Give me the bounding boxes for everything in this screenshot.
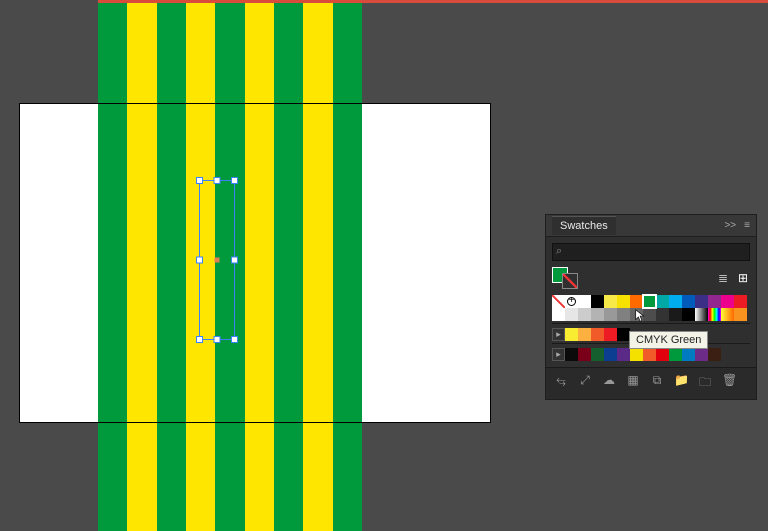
color-swatch[interactable] <box>721 295 734 308</box>
resize-handle-mr[interactable] <box>231 257 238 264</box>
color-swatch[interactable] <box>656 295 669 308</box>
swatch-grad-rainbow[interactable] <box>708 308 721 321</box>
resize-handle-bm[interactable] <box>214 336 221 343</box>
color-swatch[interactable] <box>695 295 708 308</box>
color-swatch[interactable] <box>604 348 617 361</box>
swatches-panel: Swatches >> ≡ ⌕ ≣ ⊞ ▸ ▸ ⥃ ⤢ ☁ ▦ ⧉ 📁 🗀 🗑 CMYK Gre… <box>545 214 757 400</box>
color-swatch[interactable] <box>617 348 630 361</box>
resize-handle-tl[interactable] <box>196 177 203 184</box>
swatch-grad-sun[interactable] <box>721 308 734 321</box>
selection-center-icon <box>215 258 220 263</box>
color-swatch[interactable] <box>617 295 630 308</box>
color-swatch[interactable] <box>578 348 591 361</box>
color-swatch[interactable] <box>669 295 682 308</box>
swatch-tooltip: CMYK Green <box>629 331 708 349</box>
search-icon: ⌕ <box>556 245 562 258</box>
panel-footer: ⥃ ⤢ ☁ ▦ ⧉ 📁 🗀 🗑 <box>546 367 756 399</box>
new-color-group-icon[interactable]: ▦ <box>626 373 640 394</box>
swatch-search-input[interactable] <box>552 243 750 261</box>
color-swatch[interactable] <box>695 348 708 361</box>
color-swatch[interactable] <box>591 295 604 308</box>
color-swatch[interactable] <box>578 295 591 308</box>
color-swatch[interactable] <box>682 308 695 321</box>
swatch-group-folder-icon[interactable]: ▸ <box>552 328 565 341</box>
resize-handle-tm[interactable] <box>214 177 221 184</box>
panel-header[interactable]: Swatches >> ≡ <box>546 215 756 237</box>
grid-view-icon[interactable]: ⊞ <box>736 271 750 285</box>
color-swatch[interactable] <box>682 348 695 361</box>
color-swatch[interactable] <box>604 295 617 308</box>
color-swatch[interactable] <box>591 308 604 321</box>
color-swatch[interactable] <box>604 328 617 341</box>
color-swatch[interactable] <box>708 348 721 361</box>
swatch-none[interactable] <box>552 295 565 308</box>
current-stroke-swatch[interactable] <box>562 273 578 289</box>
resize-handle-tr[interactable] <box>231 177 238 184</box>
color-swatch[interactable] <box>643 308 656 321</box>
color-swatch[interactable] <box>656 308 669 321</box>
color-swatch[interactable] <box>565 308 578 321</box>
selection-bounding-box[interactable] <box>199 180 235 340</box>
fill-stroke-indicator[interactable] <box>552 267 578 289</box>
panel-tab-swatches[interactable]: Swatches <box>552 216 616 235</box>
color-swatch[interactable] <box>565 328 578 341</box>
color-swatch[interactable] <box>604 308 617 321</box>
swatch-options-icon[interactable]: ☁ <box>602 373 616 394</box>
color-swatch[interactable] <box>578 308 591 321</box>
edit-swatch-icon[interactable]: 🗀 <box>698 373 712 394</box>
color-swatch[interactable] <box>669 348 682 361</box>
color-swatch[interactable] <box>643 348 656 361</box>
swatch-grad-bw[interactable] <box>695 308 708 321</box>
color-swatch[interactable] <box>630 308 643 321</box>
resize-handle-bl[interactable] <box>196 336 203 343</box>
resize-handle-ml[interactable] <box>196 257 203 264</box>
color-swatch[interactable] <box>734 308 747 321</box>
color-swatch[interactable] <box>565 348 578 361</box>
delete-swatch-icon[interactable]: 🗑 <box>722 373 736 394</box>
list-view-icon[interactable]: ≣ <box>716 271 730 285</box>
color-swatch[interactable] <box>708 295 721 308</box>
swatch-kinds-menu-icon[interactable]: ⤢ <box>578 373 592 394</box>
color-swatch[interactable] <box>591 348 604 361</box>
swatch-libraries-menu-icon[interactable]: ⥃ <box>554 373 568 394</box>
swatch-group-folder-icon[interactable]: ▸ <box>552 348 565 361</box>
color-swatch[interactable] <box>656 348 669 361</box>
canvas[interactable] <box>0 0 545 531</box>
color-swatch[interactable] <box>630 295 643 308</box>
new-swatch-icon[interactable]: ⧉ <box>650 373 664 394</box>
color-swatch[interactable] <box>669 308 682 321</box>
color-swatch[interactable] <box>734 295 747 308</box>
color-swatch[interactable] <box>643 295 656 308</box>
open-library-icon[interactable]: 📁 <box>674 373 688 394</box>
color-swatch[interactable] <box>617 308 630 321</box>
swatch-reg[interactable] <box>565 295 578 308</box>
resize-handle-br[interactable] <box>231 336 238 343</box>
collapse-panel-icon[interactable]: >> <box>724 220 736 231</box>
artboard-outline <box>20 104 490 422</box>
color-swatch[interactable] <box>552 308 565 321</box>
panel-menu-icon[interactable]: ≡ <box>744 220 750 231</box>
color-swatch[interactable] <box>591 328 604 341</box>
color-swatch[interactable] <box>682 295 695 308</box>
color-swatch[interactable] <box>630 348 643 361</box>
color-swatch[interactable] <box>578 328 591 341</box>
